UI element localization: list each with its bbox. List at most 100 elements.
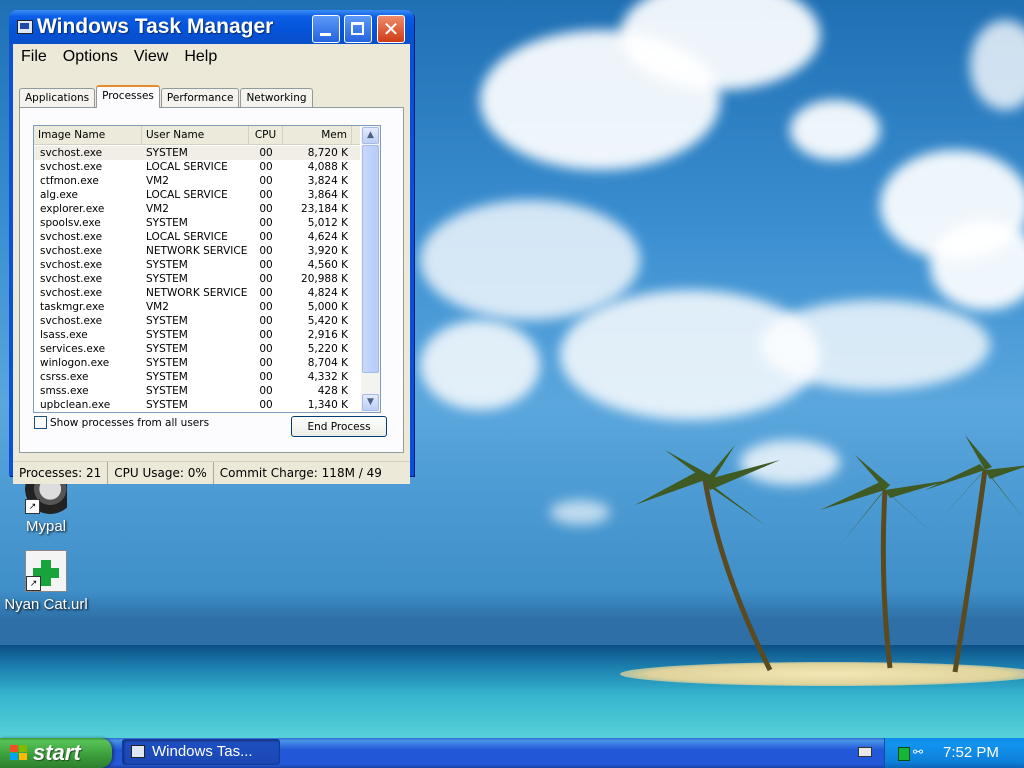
process-image-name: svchost.exe bbox=[40, 231, 103, 243]
process-row[interactable]: spoolsv.exe SYSTEM 00 5,012 K bbox=[34, 216, 360, 230]
process-image-name: svchost.exe bbox=[40, 245, 103, 257]
close-icon: ✕ bbox=[382, 17, 400, 41]
process-row[interactable]: lsass.exe SYSTEM 00 2,916 K bbox=[34, 328, 360, 342]
menu-file[interactable]: File bbox=[13, 47, 55, 67]
process-user-name: SYSTEM bbox=[146, 357, 188, 369]
keyboard-icon[interactable] bbox=[858, 747, 872, 757]
tab-processes[interactable]: Processes bbox=[96, 85, 160, 108]
process-row[interactable]: taskmgr.exe VM2 00 5,000 K bbox=[34, 300, 360, 314]
process-user-name: SYSTEM bbox=[146, 147, 188, 159]
process-cpu: 00 bbox=[259, 273, 273, 285]
vertical-scrollbar[interactable]: ▲ ▼ bbox=[361, 126, 380, 412]
process-image-name: winlogon.exe bbox=[40, 357, 110, 369]
tab-performance[interactable]: Performance bbox=[160, 88, 240, 107]
process-cpu: 00 bbox=[259, 203, 273, 215]
process-row[interactable]: smss.exe SYSTEM 00 428 K bbox=[34, 384, 360, 398]
process-user-name: NETWORK SERVICE bbox=[146, 245, 248, 257]
desktop-icon-label: Mypal bbox=[25, 518, 66, 535]
column-image-name[interactable]: Image Name bbox=[34, 126, 142, 144]
process-user-name: LOCAL SERVICE bbox=[146, 189, 228, 201]
process-row[interactable]: upbclean.exe SYSTEM 00 1,340 K bbox=[34, 398, 360, 412]
checkbox-box[interactable] bbox=[34, 416, 47, 429]
process-cpu: 00 bbox=[259, 231, 273, 243]
task-manager-window[interactable]: Windows Task Manager ✕ File Options View… bbox=[9, 10, 414, 484]
minimize-button[interactable] bbox=[312, 15, 340, 43]
process-mem-usage: 1,340 K bbox=[307, 399, 348, 411]
process-cpu: 00 bbox=[259, 399, 273, 411]
process-row[interactable]: svchost.exe SYSTEM 00 8,720 K bbox=[34, 146, 360, 160]
process-cpu: 00 bbox=[259, 259, 273, 271]
process-mem-usage: 4,332 K bbox=[307, 371, 348, 383]
column-header: Image Name User Name CPU Mem Usage bbox=[34, 126, 360, 159]
process-row[interactable]: svchost.exe LOCAL SERVICE 00 4,624 K bbox=[34, 230, 360, 244]
process-mem-usage: 5,000 K bbox=[307, 301, 348, 313]
show-all-processes-checkbox[interactable]: Show processes from all users bbox=[34, 416, 209, 429]
menu-view[interactable]: View bbox=[126, 47, 176, 67]
process-mem-usage: 2,916 K bbox=[307, 329, 348, 341]
title-bar[interactable]: Windows Task Manager ✕ bbox=[9, 10, 414, 44]
process-mem-usage: 4,560 K bbox=[307, 259, 348, 271]
process-image-name: svchost.exe bbox=[40, 273, 103, 285]
menu-help[interactable]: Help bbox=[176, 47, 225, 67]
taskbar-button-task-manager[interactable]: Windows Tas... bbox=[122, 739, 280, 765]
scroll-thumb[interactable] bbox=[362, 145, 379, 373]
process-row[interactable]: svchost.exe NETWORK SERVICE 00 4,824 K bbox=[34, 286, 360, 300]
process-image-name: svchost.exe bbox=[40, 259, 103, 271]
start-button[interactable]: start bbox=[0, 738, 112, 768]
network-icon[interactable]: ⚯ bbox=[913, 746, 925, 759]
process-mem-usage: 3,824 K bbox=[307, 175, 348, 187]
clock[interactable]: 7:52 PM bbox=[943, 738, 999, 767]
process-rows: svchost.exe SYSTEM 00 8,720 K svchost.exe LOC… bbox=[34, 146, 360, 412]
process-row[interactable]: svchost.exe SYSTEM 00 5,420 K bbox=[34, 314, 360, 328]
process-mem-usage: 3,864 K bbox=[307, 189, 348, 201]
process-image-name: svchost.exe bbox=[40, 315, 103, 327]
tab-networking[interactable]: Networking bbox=[240, 88, 313, 107]
column-user-name[interactable]: User Name bbox=[142, 126, 249, 144]
process-row[interactable]: svchost.exe NETWORK SERVICE 00 3,920 K bbox=[34, 244, 360, 258]
process-user-name: SYSTEM bbox=[146, 273, 188, 285]
process-image-name: lsass.exe bbox=[40, 329, 88, 341]
process-mem-usage: 5,220 K bbox=[307, 343, 348, 355]
chevron-down-icon: ▼ bbox=[367, 397, 374, 407]
process-list[interactable]: Image Name User Name CPU Mem Usage svcho… bbox=[33, 125, 381, 413]
process-row[interactable]: explorer.exe VM2 00 23,184 K bbox=[34, 202, 360, 216]
maximize-button[interactable] bbox=[344, 15, 372, 43]
taskbar-button-label: Windows Tas... bbox=[152, 743, 253, 760]
process-cpu: 00 bbox=[259, 245, 273, 257]
scroll-up-button[interactable]: ▲ bbox=[362, 127, 379, 144]
column-cpu[interactable]: CPU bbox=[249, 126, 283, 144]
process-mem-usage: 4,624 K bbox=[307, 231, 348, 243]
process-row[interactable]: svchost.exe SYSTEM 00 20,988 K bbox=[34, 272, 360, 286]
process-image-name: ctfmon.exe bbox=[40, 175, 99, 187]
process-cpu: 00 bbox=[259, 315, 273, 327]
process-user-name: SYSTEM bbox=[146, 259, 188, 271]
process-row[interactable]: ctfmon.exe VM2 00 3,824 K bbox=[34, 174, 360, 188]
tray-app-icon[interactable] bbox=[898, 747, 910, 761]
process-row[interactable]: winlogon.exe SYSTEM 00 8,704 K bbox=[34, 356, 360, 370]
process-image-name: csrss.exe bbox=[40, 371, 89, 383]
process-cpu: 00 bbox=[259, 217, 273, 229]
tab-strip: Applications Processes Performance Netwo… bbox=[19, 85, 314, 108]
tab-applications[interactable]: Applications bbox=[19, 88, 96, 107]
process-user-name: VM2 bbox=[146, 175, 169, 187]
end-process-button[interactable]: End Process bbox=[291, 416, 387, 437]
menu-options[interactable]: Options bbox=[55, 47, 126, 67]
process-user-name: NETWORK SERVICE bbox=[146, 287, 248, 299]
process-image-name: taskmgr.exe bbox=[40, 301, 105, 313]
desktop-icon-nyan-cat-url[interactable]: ↗ Nyan Cat.url bbox=[1, 550, 91, 613]
process-cpu: 00 bbox=[259, 385, 273, 397]
close-button[interactable]: ✕ bbox=[377, 15, 405, 43]
column-mem-usage[interactable]: Mem Usage bbox=[283, 126, 352, 159]
process-row[interactable]: svchost.exe SYSTEM 00 4,560 K bbox=[34, 258, 360, 272]
process-cpu: 00 bbox=[259, 357, 273, 369]
process-row[interactable]: services.exe SYSTEM 00 5,220 K bbox=[34, 342, 360, 356]
scroll-down-button[interactable]: ▼ bbox=[362, 394, 379, 411]
process-mem-usage: 5,420 K bbox=[307, 315, 348, 327]
process-image-name: spoolsv.exe bbox=[40, 217, 101, 229]
process-mem-usage: 428 K bbox=[317, 385, 348, 397]
process-user-name: SYSTEM bbox=[146, 371, 188, 383]
status-processes: Processes: 21 bbox=[13, 462, 109, 484]
process-row[interactable]: csrss.exe SYSTEM 00 4,332 K bbox=[34, 370, 360, 384]
process-row[interactable]: alg.exe LOCAL SERVICE 00 3,864 K bbox=[34, 188, 360, 202]
process-row[interactable]: svchost.exe LOCAL SERVICE 00 4,088 K bbox=[34, 160, 360, 174]
